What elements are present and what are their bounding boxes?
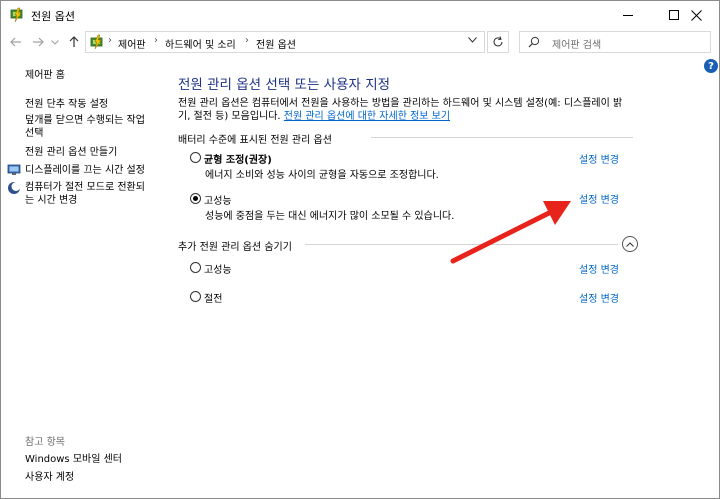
chevron-down-icon (51, 39, 59, 45)
battery-plans-heading: 배터리 수준에 표시된 전원 관리 옵션 (178, 135, 332, 146)
sleep-moon-icon (8, 182, 21, 194)
recent-locations-button[interactable] (49, 32, 61, 52)
control-panel-icon (90, 34, 103, 50)
page-description: 전원 관리 옵션은 컴퓨터에서 전원을 사용하는 방법을 관리하는 하드웨어 및… (178, 97, 638, 123)
plan-radio-high-performance-extra[interactable] (190, 262, 201, 273)
sidebar-item-display-off[interactable]: 디스플레이를 끄는 시간 설정 (25, 164, 145, 177)
plan-name: 균형 조정(권장) (204, 155, 272, 166)
change-settings-link-high-performance[interactable]: 설정 변경 (579, 191, 619, 206)
breadcrumb-separator: › (108, 35, 112, 46)
breadcrumb-power-options[interactable]: 전원 옵션 (256, 36, 296, 51)
arrow-up-icon (69, 36, 79, 47)
more-info-link[interactable]: 전원 관리 옵션에 대한 자세한 정보 보기 (284, 111, 450, 122)
breadcrumb-hardware-sound[interactable]: 하드웨어 및 소리 (165, 36, 236, 51)
sidebar-item-lid-close[interactable]: 덮개를 닫으면 수행되는 작업 선택 (25, 114, 145, 140)
search-box[interactable]: 제어판 검색 (519, 31, 711, 53)
sidebar-item-label: 덮개를 닫으면 수행되는 작업 (25, 115, 145, 126)
description-text: 기, 절전 등) 모음입니다. (178, 111, 284, 122)
sidebar-item-user-accounts[interactable]: 사용자 계정 (25, 471, 74, 484)
plan-description: 에너지 소비와 성능 사이의 균형을 자동으로 조정합니다. (205, 170, 439, 181)
sidebar-item-label: 선택 (25, 128, 44, 139)
address-dropdown-button[interactable] (468, 35, 477, 46)
arrow-left-icon (10, 37, 21, 47)
description-text: 기, 절전 등) 모음입니다. 전원 관리 옵션에 대한 자세한 정보 보기 (178, 110, 638, 123)
display-icon (7, 164, 21, 175)
arrow-right-icon (33, 37, 44, 47)
sidebar-item-mobility-center[interactable]: Windows 모바일 센터 (25, 453, 122, 466)
breadcrumb-separator: › (154, 35, 158, 46)
title-bar: 전원 옵션 (1, 1, 719, 29)
sidebar-item-label: 는 시간 변경 (25, 195, 78, 206)
navigation-bar: › 제어판 › 하드웨어 및 소리 › 전원 옵션 제어판 검색 (1, 29, 719, 55)
plan-radio-high-performance[interactable] (190, 193, 201, 204)
description-text: 전원 관리 옵션은 컴퓨터에서 전원을 사용하는 방법을 관리하는 하드웨어 및… (178, 98, 623, 109)
group-divider (371, 137, 633, 138)
sidebar-item-label: 컴퓨터가 절전 모드로 전환되 (25, 182, 145, 193)
search-placeholder: 제어판 검색 (552, 40, 602, 51)
power-options-window: 전원 옵션 › 제어판 › 하드웨어 및 소리 › 전원 옵션 제어판 검색 ?… (0, 0, 720, 499)
sidebar-item-power-button[interactable]: 전원 단추 작동 설정 (25, 98, 108, 111)
help-icon[interactable]: ? (704, 59, 718, 73)
window-title: 전원 옵션 (31, 10, 75, 23)
refresh-icon (493, 36, 503, 47)
sidebar-item-sleep-time[interactable]: 컴퓨터가 절전 모드로 전환되 는 시간 변경 (25, 181, 145, 207)
breadcrumb-control-panel[interactable]: 제어판 (118, 36, 146, 51)
change-settings-link-power-saver[interactable]: 설정 변경 (579, 290, 619, 305)
plan-radio-power-saver[interactable] (190, 291, 201, 302)
chevron-up-icon (626, 241, 634, 247)
change-settings-link-high-performance-extra[interactable]: 설정 변경 (579, 261, 619, 276)
search-icon (528, 36, 540, 48)
plan-name: 고성능 (204, 265, 232, 276)
left-pane: 제어판 홈 전원 단추 작동 설정 덮개를 닫으면 수행되는 작업 선택 전원 … (1, 55, 161, 498)
sidebar-item-create-plan[interactable]: 전원 관리 옵션 만들기 (25, 146, 117, 159)
plan-radio-balanced[interactable] (190, 152, 201, 163)
collapse-button[interactable] (622, 236, 638, 252)
minimize-button[interactable] (605, 1, 651, 29)
forward-button[interactable] (29, 32, 47, 52)
up-button[interactable] (65, 32, 83, 52)
plan-description: 성능에 중점을 두는 대신 에너지가 많이 소모될 수 있습니다. (205, 211, 455, 222)
close-button[interactable] (673, 1, 719, 29)
page-title: 전원 관리 옵션 선택 또는 사용자 지정 (178, 77, 391, 93)
change-settings-link-balanced[interactable]: 설정 변경 (579, 151, 619, 166)
hidden-plans-heading[interactable]: 추가 전원 관리 옵션 숨기기 (178, 238, 292, 253)
address-bar[interactable]: › 제어판 › 하드웨어 및 소리 › 전원 옵션 (85, 31, 485, 53)
plan-name: 고성능 (204, 196, 232, 207)
chevron-down-icon (468, 37, 477, 43)
refresh-button[interactable] (487, 31, 509, 53)
minimize-icon (623, 14, 633, 16)
back-button[interactable] (7, 32, 25, 52)
annotation-arrow (450, 201, 571, 264)
plan-name: 절전 (204, 294, 223, 305)
power-options-icon (10, 7, 23, 23)
breadcrumb-separator: › (245, 35, 249, 46)
references-heading: 참고 항목 (25, 437, 65, 448)
sidebar-item-control-panel-home[interactable]: 제어판 홈 (25, 69, 65, 82)
close-icon (690, 9, 702, 21)
